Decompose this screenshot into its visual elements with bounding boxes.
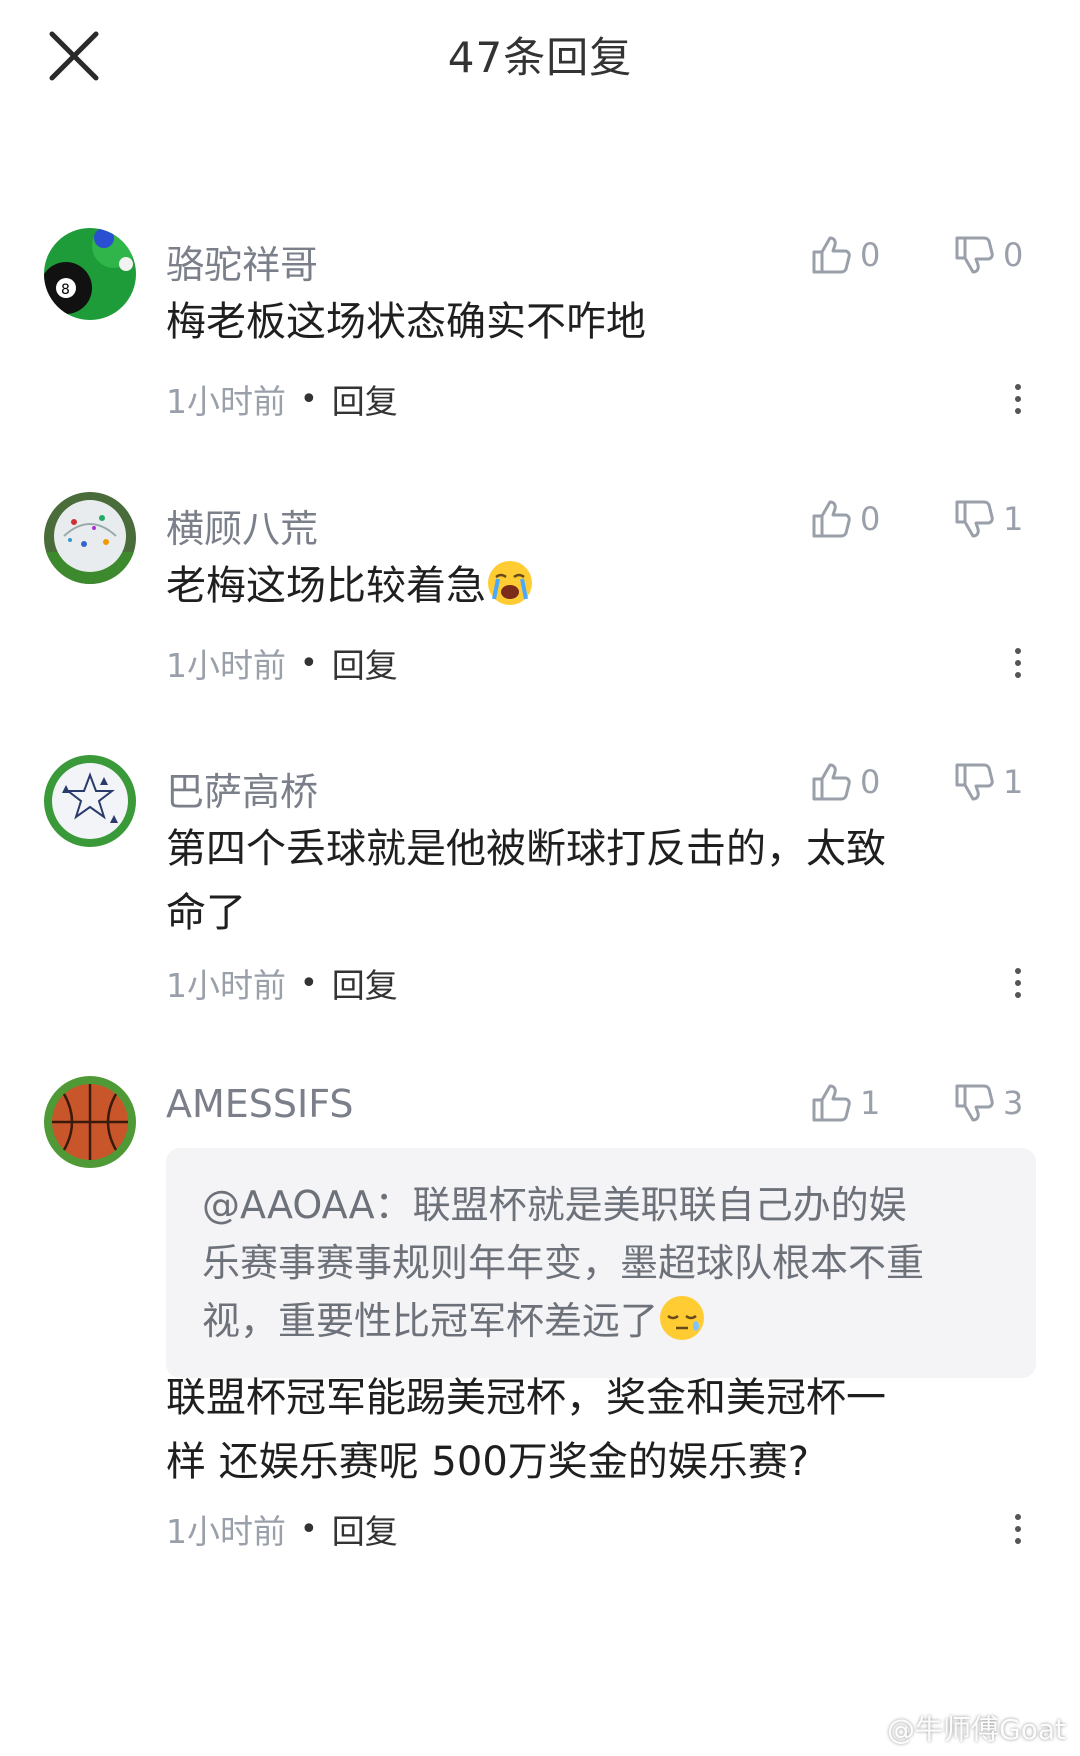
quote-text-line-last: 视，重要性比冠军杯差远了 xyxy=(202,1292,1000,1350)
comment-text: 联盟杯冠军能踢美冠杯，奖金和美冠杯一 样 还娱乐赛呢 500万奖金的娱乐赛? xyxy=(166,1366,1006,1494)
comment-text: 第四个丢球就是他被断球打反击的，太致 命了 xyxy=(166,817,1006,945)
separator-dot: • xyxy=(300,1511,318,1547)
thumbs-up-icon xyxy=(812,236,851,274)
dislike-count: 1 xyxy=(1003,500,1024,538)
comment-text-body: 老梅这场比较着急 xyxy=(166,563,486,609)
avatar[interactable]: 8 xyxy=(44,228,136,320)
timestamp: 1小时前 xyxy=(166,646,286,685)
like-count: 0 xyxy=(860,236,881,274)
quote-text-line: 乐赛事赛事规则年年变，墨超球队根本不重 xyxy=(202,1241,925,1285)
like-count: 0 xyxy=(860,763,881,801)
reply-button[interactable]: 回复 xyxy=(332,375,398,423)
more-vertical-icon xyxy=(1015,384,1021,414)
dislike-count: 3 xyxy=(1003,1084,1024,1122)
comment-text: 梅老板这场状态确实不咋地 xyxy=(166,299,646,345)
avatar[interactable] xyxy=(44,1076,136,1168)
timestamp: 1小时前 xyxy=(166,1512,286,1551)
separator-dot: • xyxy=(300,381,318,417)
comment-meta: 1小时前 • 回复 xyxy=(166,958,398,1008)
crying-face-emoji xyxy=(488,561,532,605)
username[interactable]: 巴萨高桥 xyxy=(166,761,318,816)
like-button[interactable]: 0 xyxy=(810,757,880,807)
quote-text-line: @AAOAA：联盟杯就是美职联自己办的娱 xyxy=(202,1183,907,1227)
more-vertical-icon xyxy=(1015,1514,1021,1544)
more-options-button[interactable] xyxy=(1003,958,1033,1008)
quote-text-line: 视，重要性比冠军杯差远了 xyxy=(202,1299,659,1343)
comment-text-line: 命了 xyxy=(166,890,246,936)
more-vertical-icon xyxy=(1015,968,1021,998)
username[interactable]: 骆驼祥哥 xyxy=(166,234,318,289)
reply-button[interactable]: 回复 xyxy=(332,959,398,1007)
like-count: 0 xyxy=(860,500,881,538)
timestamp: 1小时前 xyxy=(166,382,286,421)
watermark-text: @牛师傅Goat xyxy=(887,1713,1066,1746)
thumbs-down-icon xyxy=(955,236,994,274)
thumbs-down-icon xyxy=(955,500,994,538)
top-bar: 47条回复 xyxy=(0,0,1080,110)
dislike-button[interactable]: 3 xyxy=(953,1078,1023,1128)
dislike-count: 0 xyxy=(1003,236,1024,274)
thumbs-up-icon xyxy=(812,1084,851,1122)
timestamp: 1小时前 xyxy=(166,966,286,1005)
like-button[interactable]: 1 xyxy=(810,1078,880,1128)
comment-meta: 1小时前 • 回复 xyxy=(166,1504,398,1554)
like-count: 1 xyxy=(860,1084,881,1122)
avatar[interactable] xyxy=(44,492,136,584)
svg-text:8: 8 xyxy=(61,282,70,298)
more-vertical-icon xyxy=(1015,648,1021,678)
dislike-button[interactable]: 0 xyxy=(953,230,1023,280)
sleepy-face-emoji xyxy=(660,1296,705,1340)
more-options-button[interactable] xyxy=(1003,374,1033,424)
watermark: @牛师傅Goat xyxy=(887,1708,1066,1748)
dislike-count: 1 xyxy=(1003,763,1024,801)
like-button[interactable]: 0 xyxy=(810,494,880,544)
username[interactable]: 横顾八荒 xyxy=(166,498,318,553)
dislike-button[interactable]: 1 xyxy=(953,494,1023,544)
page-title: 47条回复 xyxy=(447,33,633,82)
reply-button[interactable]: 回复 xyxy=(332,639,398,687)
separator-dot: • xyxy=(300,965,318,1001)
comment-meta: 1小时前 • 回复 xyxy=(166,638,398,688)
comment-text-line: 第四个丢球就是他被断球打反击的，太致 xyxy=(166,826,886,872)
comment-text-line: 联盟杯冠军能踢美冠杯，奖金和美冠杯一 xyxy=(166,1375,886,1421)
thumbs-down-icon xyxy=(955,763,994,801)
thumbs-up-icon xyxy=(812,500,851,538)
more-options-button[interactable] xyxy=(1003,638,1033,688)
more-options-button[interactable] xyxy=(1003,1504,1033,1554)
separator-dot: • xyxy=(300,645,318,681)
comment-text: 老梅这场比较着急 xyxy=(166,554,1006,618)
quoted-reply[interactable]: @AAOAA：联盟杯就是美职联自己办的娱 乐赛事赛事规则年年变，墨超球队根本不重… xyxy=(166,1148,1036,1378)
like-button[interactable]: 0 xyxy=(810,230,880,280)
comment-meta: 1小时前 • 回复 xyxy=(166,374,398,424)
avatar[interactable] xyxy=(44,755,136,847)
thumbs-up-icon xyxy=(812,763,851,801)
reply-button[interactable]: 回复 xyxy=(332,1505,398,1553)
comment-text-line: 样 还娱乐赛呢 500万奖金的娱乐赛? xyxy=(166,1439,810,1485)
thumbs-down-icon xyxy=(955,1084,994,1122)
dislike-button[interactable]: 1 xyxy=(953,757,1023,807)
username[interactable]: AMESSIFS xyxy=(166,1082,354,1126)
